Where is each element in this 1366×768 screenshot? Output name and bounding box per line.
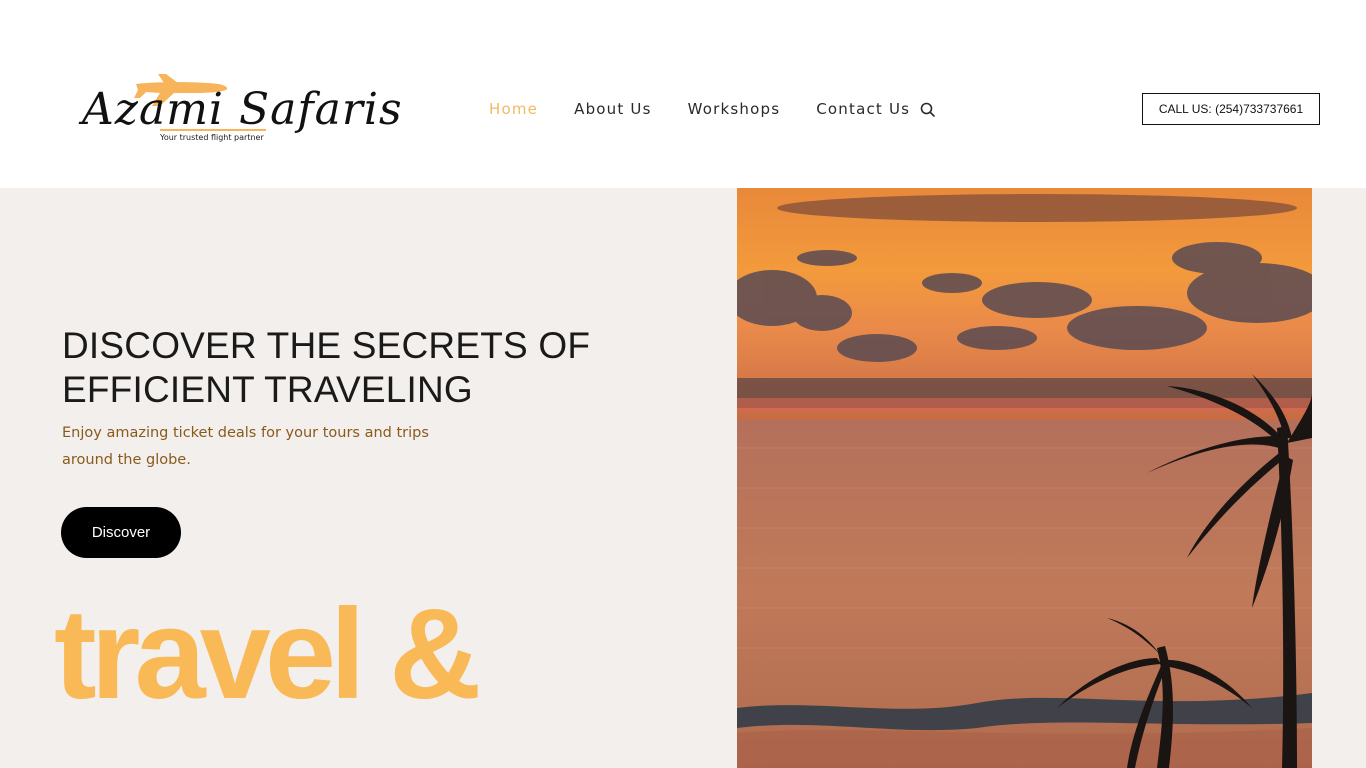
logo-tagline: Your trusted flight partner: [160, 133, 264, 142]
search-icon[interactable]: [920, 102, 935, 117]
hero-big-text: travel &: [54, 583, 482, 726]
nav-workshops[interactable]: Workshops: [688, 100, 781, 118]
sunset-beach-image: [737, 188, 1312, 768]
call-us-button[interactable]: CALL US: (254)733737661: [1142, 93, 1320, 125]
hero-subtitle: Enjoy amazing ticket deals for your tour…: [62, 425, 429, 468]
hero-title: DISCOVER THE SECRETS OF EFFICIENT TRAVEL…: [62, 325, 591, 410]
logo-wordmark: Azami Safaris: [82, 84, 403, 135]
discover-button[interactable]: Discover: [61, 507, 181, 558]
nav-about-us[interactable]: About Us: [574, 100, 652, 118]
nav-contact-us[interactable]: Contact Us: [816, 100, 910, 118]
logo[interactable]: Azami Safaris Your trusted flight partne…: [78, 70, 402, 152]
hero-section: DISCOVER THE SECRETS OF EFFICIENT TRAVEL…: [0, 188, 1366, 768]
main-nav: Home About Us Workshops Contact Us: [489, 98, 935, 120]
site-header: Azami Safaris Your trusted flight partne…: [0, 0, 1366, 188]
nav-home[interactable]: Home: [489, 100, 538, 118]
